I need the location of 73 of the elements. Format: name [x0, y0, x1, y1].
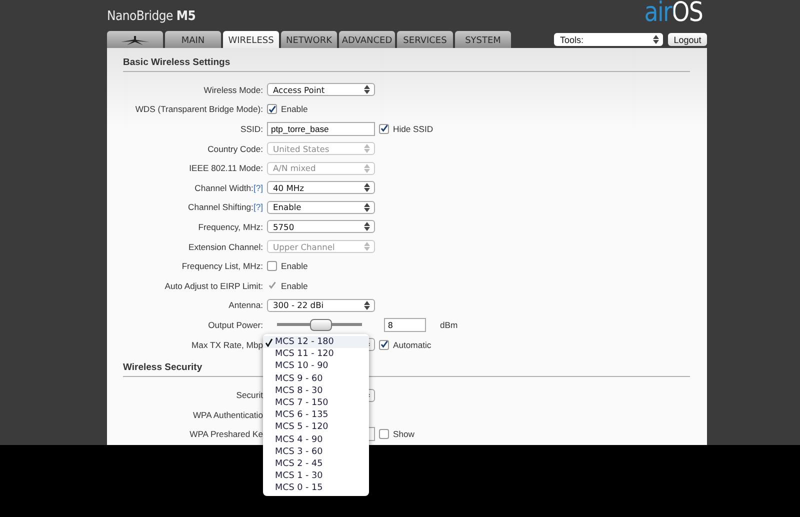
- tab[interactable]: [107, 31, 163, 48]
- updown-icon: [364, 202, 370, 212]
- checkbox-label: Hide SSID: [393, 124, 434, 134]
- select-field[interactable]: 40 MHz: [267, 181, 375, 194]
- updown-icon: [364, 300, 370, 310]
- field-label: Max TX Rate, Mbp: [192, 340, 263, 350]
- updown-icon: [364, 85, 370, 94]
- field-label: WPA Authenticatio: [192, 410, 263, 420]
- checkbox-label: Enable: [281, 261, 308, 272]
- checkbox[interactable]: [379, 429, 389, 440]
- field-label: Channel Shifting:: [188, 202, 254, 212]
- dropdown-option[interactable]: MCS 12 - 180: [263, 336, 369, 348]
- antenna-icon: [121, 36, 149, 44]
- dropdown-option[interactable]: MCS 10 - 90: [263, 360, 369, 373]
- section-heading: Basic Wireless Settings: [123, 57, 690, 72]
- dropdown-option[interactable]: MCS 5 - 120: [263, 421, 369, 434]
- dropdown-option[interactable]: MCS 3 - 60: [263, 446, 369, 458]
- checkbox-label: Enable: [281, 104, 308, 114]
- updown-icon: [653, 35, 659, 44]
- check-icon: [264, 338, 272, 347]
- tab[interactable]: SERVICES: [397, 31, 453, 48]
- field-label: Frequency, MHz:: [198, 222, 263, 232]
- dropdown-option[interactable]: MCS 8 - 30: [263, 384, 369, 397]
- field-label: IEEE 802.11 Mode:: [189, 163, 263, 174]
- tab[interactable]: WIRELESS: [223, 31, 279, 48]
- updown-icon: [364, 222, 370, 232]
- dropdown-option[interactable]: MCS 0 - 15: [263, 482, 369, 494]
- checkbox[interactable]: [379, 124, 389, 134]
- dropdown-option[interactable]: MCS 7 - 150: [263, 396, 369, 410]
- field-label: SSID:: [240, 124, 263, 134]
- field-label: Securit: [236, 390, 263, 400]
- updown-icon: [364, 183, 370, 192]
- help-link[interactable]: [?]: [253, 202, 263, 212]
- checkbox-label: Automatic: [393, 340, 432, 350]
- tab[interactable]: MAIN: [165, 31, 221, 48]
- checkbox[interactable]: [379, 340, 389, 350]
- updown-icon: [364, 242, 370, 252]
- help-link[interactable]: [?]: [253, 182, 263, 193]
- select-field[interactable]: Access Point: [267, 83, 375, 96]
- field-label: Extension Channel:: [188, 242, 263, 252]
- select-field[interactable]: Enable: [267, 200, 375, 214]
- field-label: Wireless Mode:: [204, 84, 263, 95]
- checkbox-label: Enable: [281, 280, 308, 291]
- dropdown-option[interactable]: MCS 11 - 120: [263, 348, 369, 360]
- field-label: WDS (Transparent Bridge Mode):: [135, 104, 263, 114]
- dropdown-option[interactable]: MCS 6 - 135: [263, 409, 369, 422]
- field-label: Auto Adjust to EIRP Limit:: [164, 280, 263, 291]
- tab[interactable]: NETWORK: [281, 31, 337, 48]
- input-field[interactable]: ptp_torre_base: [267, 122, 375, 136]
- product-name: NanoBridge M5: [107, 9, 196, 24]
- field-label: Antenna:: [228, 300, 263, 310]
- tab[interactable]: ADVANCED: [339, 31, 395, 48]
- tab[interactable]: SYSTEM: [455, 31, 511, 48]
- tools-select[interactable]: Tools:: [554, 33, 663, 46]
- unit-label: dBm: [440, 320, 458, 330]
- field-label: Channel Width:: [194, 182, 254, 193]
- field-label: WPA Preshared Ke: [190, 429, 263, 440]
- select-field[interactable]: 300 - 22 dBi: [267, 298, 375, 312]
- checkbox[interactable]: [267, 104, 277, 114]
- input-field[interactable]: 8: [384, 318, 426, 332]
- checkbox-label: Show: [393, 429, 414, 440]
- field-label: Frequency List, MHz:: [182, 261, 263, 272]
- slider-thumb[interactable]: [310, 318, 332, 331]
- logout-button[interactable]: Logout: [668, 33, 707, 46]
- field-label: Output Power:: [208, 320, 263, 330]
- updown-icon: [364, 164, 370, 173]
- updown-icon: [364, 144, 370, 154]
- select-field[interactable]: 5750: [267, 220, 375, 234]
- checkbox[interactable]: [267, 261, 277, 272]
- dropdown-option[interactable]: MCS 4 - 90: [263, 434, 369, 446]
- field-label: Country Code:: [208, 144, 263, 154]
- dropdown-option[interactable]: MCS 1 - 30: [263, 470, 369, 482]
- dropdown-option[interactable]: MCS 2 - 45: [263, 458, 369, 470]
